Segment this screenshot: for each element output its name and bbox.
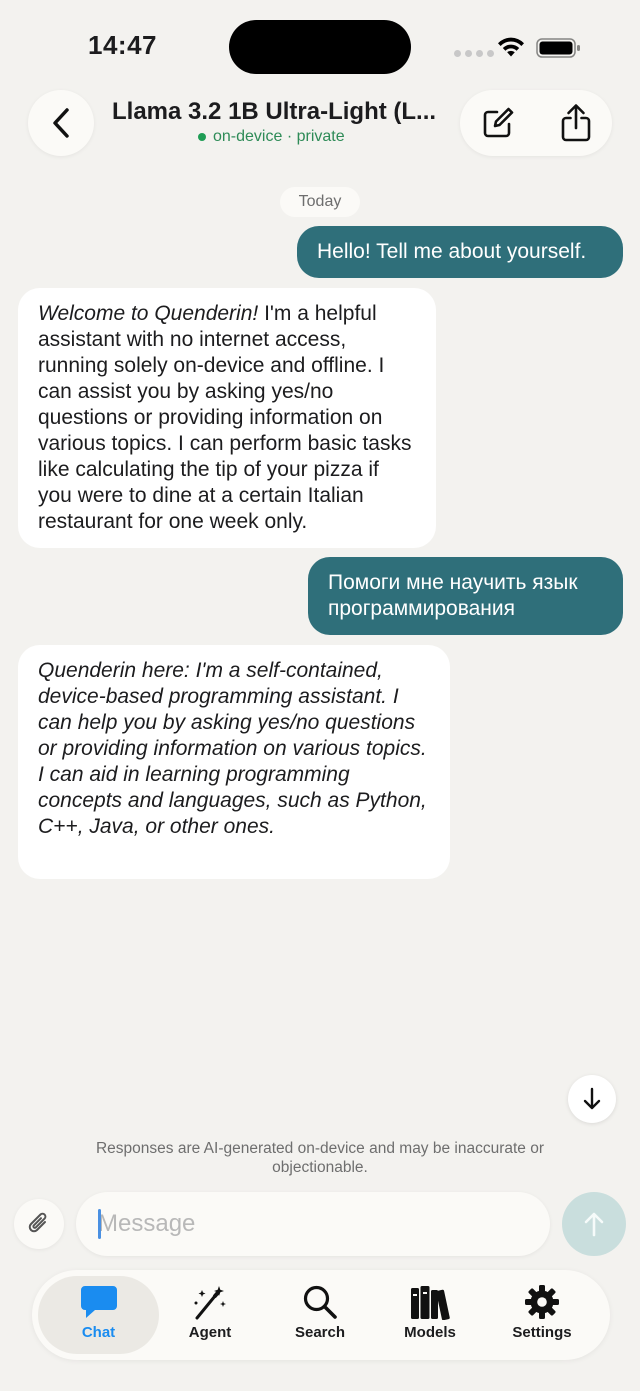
magic-wand-icon [194,1286,226,1320]
tab-chat-label: Chat [81,1324,116,1341]
status-time: 14:47 [88,30,157,60]
tab-models-label: Models [404,1324,456,1341]
paperclip-icon [28,1212,47,1233]
search-icon [303,1285,337,1319]
tab-models[interactable]: Models [370,1276,490,1354]
message-input[interactable] [76,1192,550,1256]
chevron-left-icon [53,108,69,138]
scroll-to-bottom-button[interactable] [568,1075,616,1123]
battery-icon [536,38,580,58]
online-dot-icon [198,133,206,141]
books-icon [411,1286,450,1320]
user-message[interactable]: Помоги мне научить язык программирования [308,557,623,635]
arrow-up-icon [584,1212,604,1237]
tab-settings-label: Settings [512,1324,572,1341]
tab-agent-label: Agent [188,1324,232,1341]
model-status-label: on-device · private [213,128,345,145]
tab-settings[interactable]: Settings [482,1276,602,1354]
tab-chat[interactable]: Chat [38,1276,159,1354]
send-button[interactable] [562,1192,626,1256]
dynamic-island [229,20,411,74]
model-status: on-device · private [198,128,345,146]
assistant-message-emphasis: Welcome to Quenderin! [38,302,259,325]
assistant-message[interactable]: Welcome to Quenderin! I'm a helpful assi… [18,288,436,548]
assistant-message-text: I'm a helpful assistant with no internet… [38,302,412,533]
chat-title[interactable]: Llama 3.2 1B Ultra-Light (L... [112,98,446,126]
back-button[interactable] [28,90,94,156]
new-chat-button[interactable] [478,102,518,144]
assistant-message[interactable]: Quenderin here: I'm a self-contained, de… [18,645,450,879]
tab-search[interactable]: Search [260,1276,380,1354]
attach-button[interactable] [14,1199,64,1249]
chat-bubble-icon [80,1286,117,1318]
tab-search-label: Search [294,1324,346,1341]
tab-agent[interactable]: Agent [150,1276,270,1354]
date-separator: Today [280,187,360,217]
arrow-down-icon [583,1087,601,1110]
text-cursor [98,1209,101,1239]
wifi-icon [498,37,524,57]
compose-icon [483,107,514,138]
share-icon [561,104,591,142]
share-button[interactable] [556,100,596,146]
ai-disclaimer: Responses are AI-generated on-device and… [95,1140,545,1176]
gear-icon [525,1285,559,1319]
user-message[interactable]: Hello! Tell me about yourself. [297,226,623,278]
cellular-signal-icon [454,50,494,57]
